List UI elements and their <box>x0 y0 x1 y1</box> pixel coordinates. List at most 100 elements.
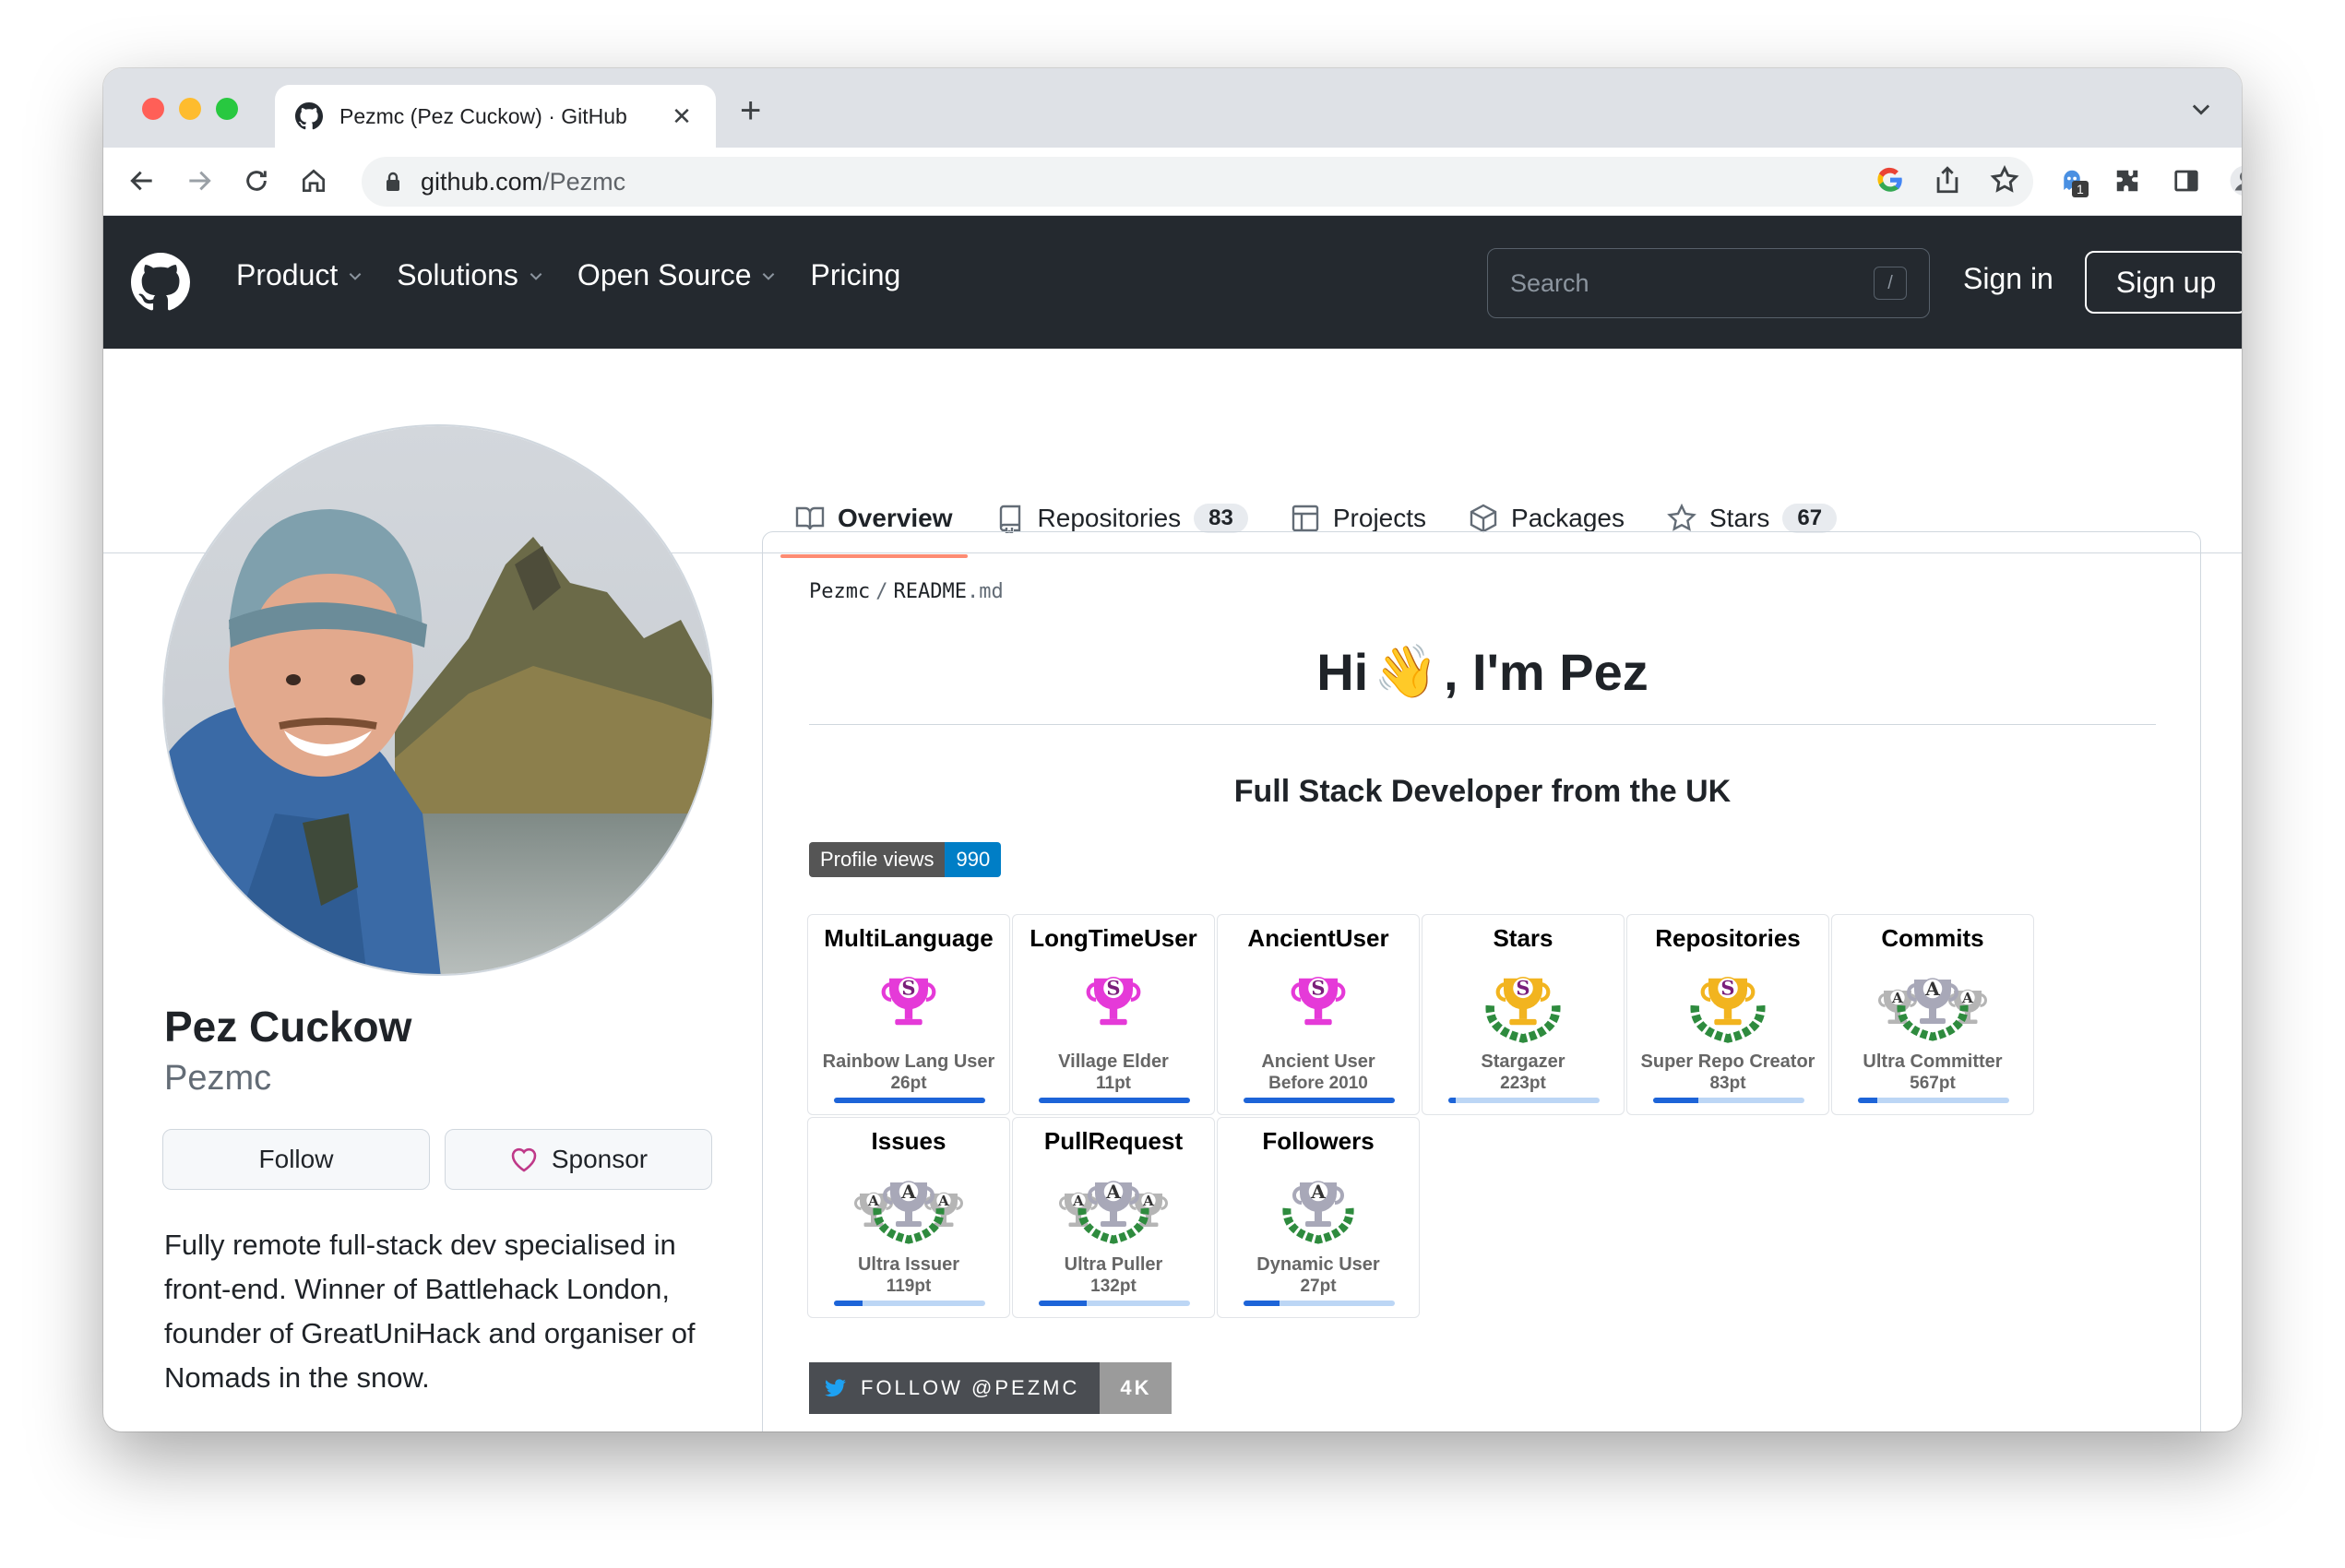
svg-text:S: S <box>1311 977 1325 1000</box>
trophy-progress-fill <box>1858 1098 1878 1103</box>
minimize-window-button[interactable] <box>179 98 201 120</box>
trophy-progress-bar <box>834 1098 985 1103</box>
trophy-card-ancientuser: AncientUser S Ancient User Before 2010 <box>1217 914 1420 1115</box>
header-nav: Product Solutions Open Source Pricing <box>236 258 900 292</box>
reload-icon[interactable] <box>240 164 273 197</box>
extension-badge: 1 <box>2072 181 2089 197</box>
readme-path-ext: .md <box>966 580 1004 603</box>
trophy-cup-icon: A AA <box>1059 1181 1168 1244</box>
stars-count-badge: 67 <box>1782 504 1838 533</box>
svg-text:S: S <box>901 977 915 1000</box>
trophy-points: 132pt <box>1090 1277 1137 1296</box>
nav-open-source[interactable]: Open Source <box>577 258 778 292</box>
trophy-progress-bar <box>1244 1301 1395 1306</box>
search-input[interactable]: Search / <box>1487 248 1930 318</box>
twitter-follower-count: 4K <box>1100 1362 1172 1414</box>
chevron-down-icon <box>349 272 362 280</box>
trophy-card-commits: Commits A A A Ultra Committer 567pt <box>1831 914 2034 1115</box>
trophy-points: 27pt <box>1300 1277 1337 1296</box>
svg-text:A: A <box>1891 990 1903 1006</box>
trophy-rank: Ultra Puller <box>1064 1254 1163 1275</box>
nav-product[interactable]: Product <box>236 258 363 292</box>
tab-repositories-label: Repositories <box>1037 504 1182 532</box>
trophy-title: Followers <box>1262 1127 1375 1155</box>
new-tab-button[interactable]: + <box>740 90 761 132</box>
bookmark-star-icon[interactable] <box>1989 164 2020 196</box>
trophy-rank: Stargazer <box>1481 1051 1565 1072</box>
home-icon[interactable] <box>297 164 330 197</box>
readme-path-separator: / <box>875 580 888 603</box>
readme-path-file[interactable]: README <box>893 580 966 603</box>
sponsor-button[interactable]: Sponsor <box>445 1129 712 1190</box>
avatar[interactable] <box>162 424 714 976</box>
svg-text:S: S <box>1516 977 1530 1000</box>
sign-in-link[interactable]: Sign in <box>1963 262 2053 296</box>
readme-path-user[interactable]: Pezmc <box>809 580 870 603</box>
svg-text:A: A <box>1961 990 1973 1006</box>
chevron-down-icon <box>530 272 542 280</box>
trophy-card-stars: Stars S Stargazer 223pt <box>1422 914 1625 1115</box>
trophy-grid: MultiLanguage S Rainbow Lang User 26pt L… <box>807 914 2034 1318</box>
svg-text:A: A <box>937 1193 949 1209</box>
trophy-title: AncientUser <box>1247 924 1389 952</box>
book-icon <box>795 506 825 530</box>
trophy-card-multilanguage: MultiLanguage S Rainbow Lang User 26pt <box>807 914 1010 1115</box>
github-header: Product Solutions Open Source Pricing Se… <box>103 216 2242 349</box>
trophy-points: 567pt <box>1910 1074 1956 1093</box>
google-lens-icon[interactable] <box>1875 164 1906 196</box>
chevron-down-icon[interactable] <box>2188 96 2214 122</box>
share-icon[interactable] <box>1932 164 1963 196</box>
profile-full-name: Pez Cuckow <box>164 1003 412 1051</box>
nav-solutions[interactable]: Solutions <box>397 258 544 292</box>
twitter-bird-icon <box>825 1379 846 1397</box>
twitter-follow-badge[interactable]: FOLLOW @PEZMC 4K <box>809 1362 1172 1414</box>
trophy-card-issues: Issues A A A Ultra Issuer 119pt <box>807 1117 1010 1318</box>
trophy-progress-bar <box>834 1301 985 1306</box>
search-placeholder: Search <box>1510 268 1589 297</box>
trophy-rank: Ultra Issuer <box>857 1254 960 1275</box>
sign-up-button[interactable]: Sign up <box>2085 251 2242 314</box>
close-tab-icon[interactable]: ✕ <box>668 102 696 131</box>
tab-stars-label: Stars <box>1709 504 1770 532</box>
profile-username: Pezmc <box>164 1059 272 1098</box>
zoom-window-button[interactable] <box>216 98 238 120</box>
trophy-title: Commits <box>1881 924 1984 952</box>
trophy-rank: Rainbow Lang User <box>822 1051 995 1072</box>
svg-text:A: A <box>1924 978 1940 1000</box>
trophy-progress-fill <box>834 1301 863 1306</box>
readme-path: Pezmc / README.md <box>809 580 1004 603</box>
nav-pricing[interactable]: Pricing <box>810 258 900 292</box>
twitter-follow-label: FOLLOW @PEZMC <box>861 1376 1080 1399</box>
github-logo-icon[interactable] <box>131 253 190 312</box>
address-bar[interactable]: github.com/Pezmc <box>362 157 2033 207</box>
trophy-progress-bar <box>1448 1098 1600 1103</box>
profile-avatar-icon[interactable] <box>2229 164 2242 197</box>
svg-text:A: A <box>1105 1181 1121 1203</box>
trophy-progress-bar <box>1858 1098 2009 1103</box>
svg-text:A: A <box>900 1181 916 1203</box>
trophy-rank: Super Repo Creator <box>1640 1051 1815 1072</box>
trophy-progress-fill <box>1039 1098 1190 1103</box>
lock-icon[interactable] <box>384 171 402 193</box>
extension-ghost-icon[interactable]: 1 <box>2055 164 2089 197</box>
trophy-cup-icon: A AA <box>854 1181 963 1244</box>
browser-tab[interactable]: Pezmc (Pez Cuckow) · GitHub ✕ <box>275 85 716 148</box>
puzzle-icon[interactable] <box>2111 164 2144 197</box>
profile-views-label: Profile views <box>809 842 946 877</box>
svg-text:A: A <box>867 1193 879 1209</box>
trophy-rank: Village Elder <box>1058 1051 1169 1072</box>
svg-text:S: S <box>1106 977 1120 1000</box>
nav-pricing-label: Pricing <box>810 258 901 291</box>
trophy-progress-fill <box>834 1098 985 1103</box>
follow-button[interactable]: Follow <box>162 1129 430 1190</box>
trophy-title: Issues <box>871 1127 946 1155</box>
close-window-button[interactable] <box>142 98 164 120</box>
forward-icon[interactable] <box>183 164 216 197</box>
browser-toolbar: github.com/Pezmc 1 <box>103 148 2242 216</box>
back-icon[interactable] <box>125 164 159 197</box>
side-panel-icon[interactable] <box>2170 164 2203 197</box>
trophy-cup-icon: A <box>1282 1181 1354 1244</box>
nav-product-label: Product <box>236 258 339 291</box>
profile-views-badge: Profile views 990 <box>809 842 1002 877</box>
trophy-cup-icon: S <box>1291 977 1346 1026</box>
